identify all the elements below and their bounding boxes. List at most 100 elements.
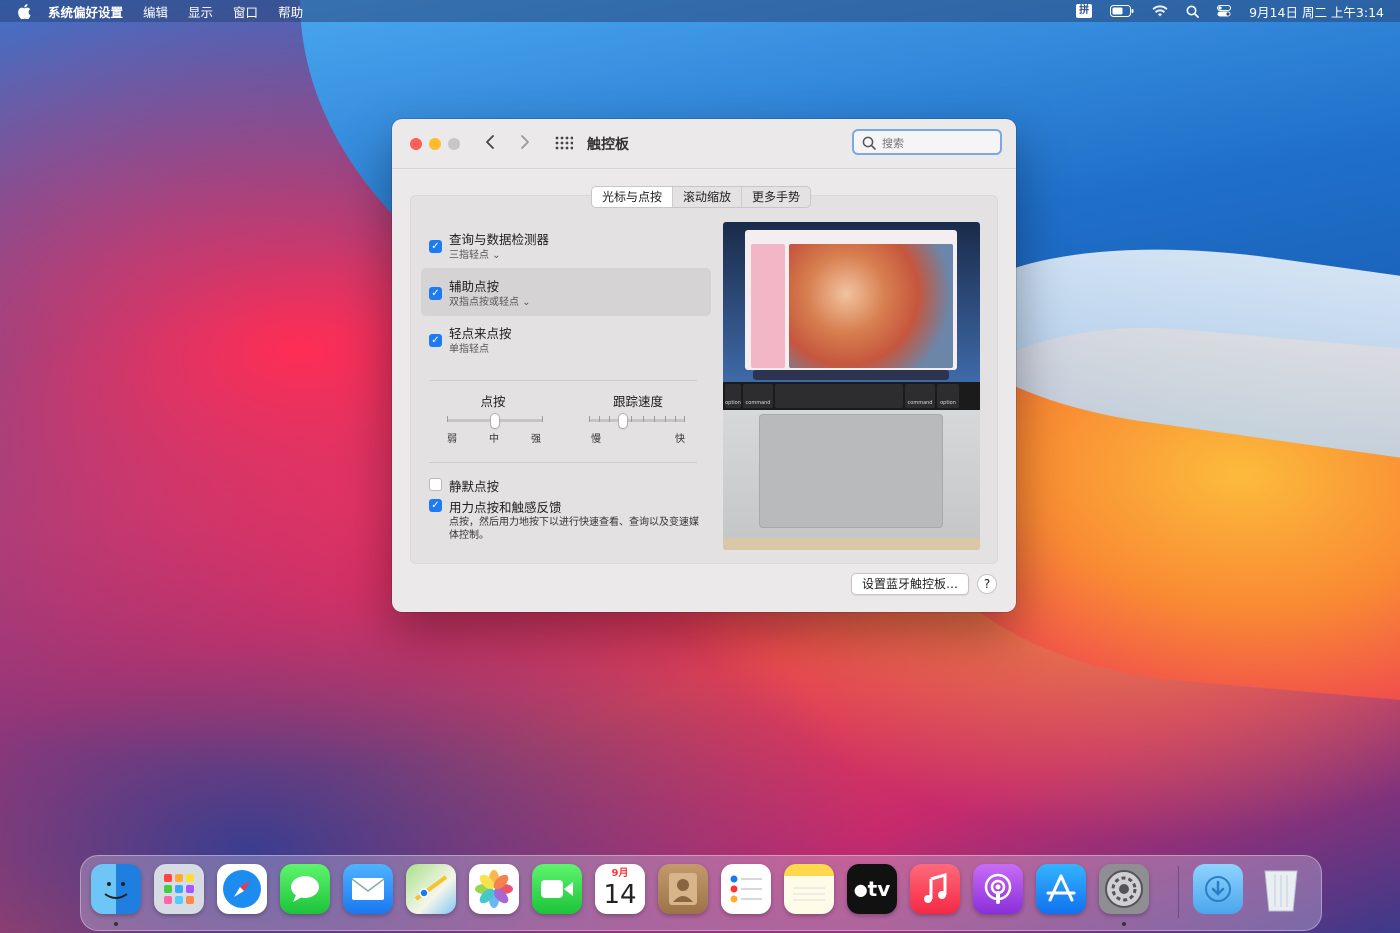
force-click-title: 用力点按和触感反馈 [449,500,562,515]
menu-edit[interactable]: 编辑 [143,2,168,21]
preview-dock [753,370,949,380]
preview-keyboard: option command command option [723,382,980,410]
window-title: 触控板 [587,137,629,153]
tab-scroll-and-zoom[interactable]: 滚动缩放 [673,187,743,207]
titlebar-divider [392,168,1016,169]
battery-icon[interactable] [1110,5,1134,17]
secondary-click-popup[interactable]: 双指点按或轻点 ⌄ [449,293,531,308]
menu-app-name[interactable]: 系统偏好设置 [48,2,123,21]
calendar-day: 14 [603,880,637,910]
search-input[interactable] [880,133,994,153]
gesture-preview-video: option command command option [723,222,980,550]
window-titlebar[interactable]: 触控板 [392,119,1016,169]
tracking-slider-tick [654,416,655,422]
click-slider-tick [542,416,543,422]
tab-bar: 光标与点按 滚动缩放 更多手势 [591,186,812,208]
tracking-slider-tick [631,416,632,422]
control-center-icon[interactable] [1217,5,1232,17]
apple-tv-icon[interactable]: ● tv [847,864,897,914]
contacts-icon[interactable] [658,864,708,914]
help-button[interactable]: ? [977,574,997,594]
tracking-label-fast: 快 [675,434,685,445]
separator-2 [429,462,697,463]
calendar-month: 9月 [611,868,629,879]
spotlight-icon[interactable] [1186,5,1200,18]
secondary-click-checkbox[interactable]: ✓ [429,287,442,300]
trash-icon[interactable] [1256,864,1306,914]
tracking-slider-tick [609,416,610,422]
tap-to-click-checkbox[interactable]: ✓ [429,334,442,347]
tracking-slider-title: 跟踪速度 [612,394,663,409]
menu-clock[interactable]: 9月14日 周二 上午3:14 [1249,2,1384,21]
lookup-gesture-popup[interactable]: 三指轻点 ⌄ [449,246,501,261]
facetime-icon[interactable] [532,864,582,914]
separator-1 [429,380,697,381]
messages-icon[interactable] [280,864,330,914]
podcasts-icon[interactable] [973,864,1023,914]
tracking-slider-tick [665,416,666,422]
app-store-icon[interactable] [1036,864,1086,914]
preview-photos-app [745,230,957,370]
tracking-slider-track[interactable] [589,419,685,422]
trackpad-preferences-window: 触控板 ✓ 查询与数据检测器 三指轻点 ⌄ ✓ 辅助点按 双指点按或轻点 ⌄ ✓… [392,119,1016,612]
apple-menu-icon[interactable] [18,3,34,19]
click-slider-knob[interactable] [491,414,499,428]
preview-desk [723,538,980,550]
click-slider-title: 点按 [480,394,506,409]
preview-laptop-screen [723,222,980,382]
menu-help[interactable]: 帮助 [278,2,303,21]
zoom-button[interactable] [448,138,460,150]
photos-icon[interactable] [469,864,519,914]
dock-separator [1178,866,1179,918]
close-button[interactable] [410,138,422,150]
chevron-left-icon [486,135,494,149]
preview-key-command-left: command [743,384,773,408]
preview-photo [789,244,953,368]
click-label-firm: 强 [531,434,541,445]
tab-more-gestures[interactable]: 更多手势 [742,187,810,207]
calendar-icon[interactable]: 9月 14 [595,864,645,914]
menu-view[interactable]: 显示 [188,2,213,21]
tracking-label-slow: 慢 [591,434,601,445]
system-preferences-running-dot [1122,922,1126,926]
input-method-badge[interactable]: 拼 [1076,4,1093,18]
wifi-icon[interactable] [1152,5,1168,17]
search-field[interactable] [852,129,1002,155]
silent-click-checkbox[interactable] [429,478,442,491]
tracking-slider-tick [643,416,644,422]
force-click-checkbox[interactable]: ✓ [429,499,442,512]
click-label-medium: 中 [489,434,499,445]
tap-to-click-subtitle: 单指轻点 [449,344,489,355]
menu-window[interactable]: 窗口 [233,2,258,21]
tab-point-and-click[interactable]: 光标与点按 [592,187,674,207]
finder-running-dot [114,922,118,926]
finder-icon[interactable] [91,864,141,914]
music-icon[interactable] [910,864,960,914]
mail-icon[interactable] [343,864,393,914]
setup-bluetooth-trackpad-button[interactable]: 设置蓝牙触控板… [851,573,970,595]
downloads-folder-icon[interactable] [1193,864,1243,914]
notes-icon[interactable] [784,864,834,914]
tracking-slider-tick [599,416,600,422]
show-all-grid-icon[interactable] [555,136,573,150]
system-preferences-icon[interactable] [1099,864,1149,914]
safari-icon[interactable] [217,864,267,914]
tracking-slider-tick [675,416,676,422]
preview-key-space [775,384,903,408]
maps-icon[interactable] [406,864,456,914]
minimize-button[interactable] [429,138,441,150]
forward-button[interactable] [520,134,530,150]
back-button[interactable] [485,134,495,150]
tracking-slider-knob[interactable] [618,414,627,428]
reminders-icon[interactable] [721,864,771,914]
lookup-checkbox[interactable]: ✓ [429,240,442,253]
search-icon [862,136,876,150]
tracking-slider-tick [684,416,685,422]
tracking-slider-tick [589,416,590,422]
menu-bar: 系统偏好设置 编辑 显示 窗口 帮助 拼 9月14日 周二 上午3:14 [0,0,1400,22]
force-click-description: 点按，然后用力地按下以进行快速查看、查询以及变速媒体控制。 [449,517,699,541]
preview-key-command-right: command [905,384,935,408]
settings-panel: ✓ 查询与数据检测器 三指轻点 ⌄ ✓ 辅助点按 双指点按或轻点 ⌄ ✓ 轻点来… [410,195,998,564]
click-label-light: 弱 [447,434,457,445]
launchpad-icon[interactable] [154,864,204,914]
